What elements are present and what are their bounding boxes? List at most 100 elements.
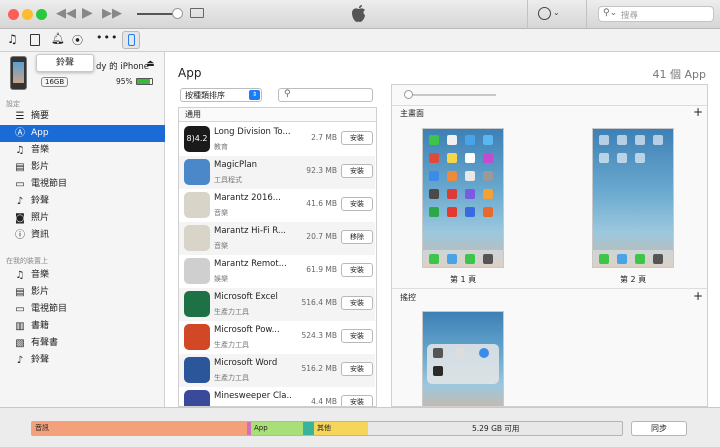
home-page-1[interactable]	[422, 128, 504, 268]
airplay-icon[interactable]	[190, 8, 204, 18]
install-button[interactable]: 安裝	[341, 395, 373, 406]
music-note-icon: ♫	[15, 145, 25, 156]
sidebar-item-info[interactable]: ⓘ 資訊	[0, 227, 165, 244]
app-icon	[184, 225, 210, 251]
app-row[interactable]: Microsoft Excel 生產力工具 516.4 MB 安裝	[179, 288, 375, 321]
sort-select[interactable]: 按種類排序 ⇕	[180, 88, 262, 102]
add-icon[interactable]: +	[693, 105, 703, 119]
bell-icon: ♪	[16, 355, 24, 366]
app-row[interactable]: Marantz Hi-Fi R... 音樂 20.7 MB 移除	[179, 222, 375, 255]
app-row[interactable]: Microsoft Word 生產力工具 516.2 MB 安裝	[179, 354, 375, 387]
device-thumbnail	[10, 56, 27, 90]
install-button[interactable]: 安裝	[341, 362, 373, 376]
app-size: 524.3 MB	[301, 331, 337, 340]
app-name: Long Division To...	[214, 127, 291, 137]
install-button[interactable]: 安裝	[341, 131, 373, 145]
app-row[interactable]: Microsoft Pow... 生產力工具 524.3 MB 安裝	[179, 321, 375, 354]
battery-icon	[136, 78, 153, 85]
zoom-slider[interactable]	[406, 94, 496, 96]
remove-button[interactable]: 移除	[341, 230, 373, 244]
info-icon: ⓘ	[15, 230, 25, 241]
sidebar-item-tones[interactable]: ♪ 鈴聲	[0, 193, 165, 210]
bell-icon[interactable]: 🔔︎	[51, 32, 65, 45]
app-icon	[184, 390, 210, 406]
sync-button[interactable]: 同步	[631, 421, 687, 436]
tv-icon: ▭	[15, 304, 25, 315]
app-search-input[interactable]: ⚲	[278, 88, 373, 102]
more-icon[interactable]: •••	[96, 31, 118, 44]
search-field[interactable]: ⚲⌄ 搜尋	[598, 6, 714, 22]
chevron-up-down-icon: ⇕	[249, 90, 260, 100]
sidebar-item-device-audiobooks[interactable]: ▧ 有聲書	[0, 335, 165, 352]
app-row[interactable]: MagicPlan 工具程式 92.3 MB 安裝	[179, 156, 375, 189]
sidebar-item-device-tones[interactable]: ♪ 鈴聲	[0, 352, 165, 369]
storage-segment-app: App	[251, 422, 303, 435]
app-category: 教育	[214, 143, 228, 151]
chevron-down-icon[interactable]: ⌄	[553, 8, 560, 17]
iphone-icon	[128, 34, 135, 46]
sidebar-item-label: 摘要	[31, 111, 50, 121]
device-name[interactable]: dy 的 iPhone	[96, 60, 149, 72]
sidebar-item-device-music[interactable]: ♫ 音樂	[0, 267, 165, 284]
app-name: MagicPlan	[214, 160, 258, 170]
install-button[interactable]: 安裝	[341, 164, 373, 178]
install-button[interactable]: 安裝	[341, 197, 373, 211]
divider	[586, 0, 587, 29]
volume-knob[interactable]	[172, 8, 183, 19]
app-size: 61.9 MB	[306, 265, 337, 274]
app-size: 41.6 MB	[306, 199, 337, 208]
play-icon[interactable]: ▶	[82, 5, 93, 21]
app-row[interactable]: Marantz Remot... 娛樂 61.9 MB 安裝	[179, 255, 375, 288]
sidebar-item-device-tv-shows[interactable]: ▭ 電視節目	[0, 301, 165, 318]
sidebar-item-app[interactable]: Ⓐ App	[0, 125, 165, 142]
sidebar-item-label: 鈴聲	[31, 196, 50, 206]
app-size: 516.2 MB	[301, 364, 337, 373]
app-row[interactable]: Minesweeper Cla... 4.4 MB 安裝	[179, 387, 375, 406]
sidebar-item-label: App	[31, 128, 49, 138]
sidebar-item-device-movies[interactable]: ▤ 影片	[0, 284, 165, 301]
app-row[interactable]: 8)4.2 Long Division To... 教育 2.7 MB 安裝	[179, 123, 375, 156]
account-icon[interactable]	[538, 7, 551, 20]
install-button[interactable]: 安裝	[341, 263, 373, 277]
install-button[interactable]: 安裝	[341, 296, 373, 310]
antenna-icon[interactable]: ⦿	[72, 32, 83, 48]
storage-bar: 音訊 App 其他 5.29 GB 可用	[31, 421, 623, 436]
app-category: 娛樂	[214, 275, 228, 283]
free-space-label: 5.29 GB 可用	[472, 424, 520, 433]
eject-icon[interactable]: ⏏	[146, 59, 155, 69]
app-icon	[184, 291, 210, 317]
close-window-button[interactable]	[8, 9, 19, 20]
sidebar-item-device-books[interactable]: ▥ 書籍	[0, 318, 165, 335]
film-icon[interactable]	[30, 34, 40, 46]
rewind-icon[interactable]: ◀◀	[56, 6, 76, 21]
dock-page[interactable]	[422, 311, 504, 406]
storage-segment	[303, 422, 314, 435]
divider	[527, 0, 528, 29]
app-category: 生產力工具	[214, 374, 249, 382]
zoom-knob[interactable]	[404, 90, 413, 99]
home-page-2[interactable]	[592, 128, 674, 268]
audiobook-icon: ▧	[15, 338, 25, 349]
app-row[interactable]: Marantz 2016... 音樂 41.6 MB 安裝	[179, 189, 375, 222]
sidebar-item-label: 電視節目	[31, 304, 68, 314]
zoom-window-button[interactable]	[36, 9, 47, 20]
title-bar: ◀◀ ▶ ▶▶ ⌄ ⚲⌄ 搜尋	[0, 0, 720, 29]
device-button[interactable]	[122, 31, 140, 49]
fast-forward-icon[interactable]: ▶▶	[102, 6, 122, 21]
music-note-icon[interactable]: ♫	[7, 32, 18, 46]
minimize-window-button[interactable]	[22, 9, 33, 20]
add-icon[interactable]: +	[693, 289, 703, 303]
sidebar-item-movies[interactable]: ▤ 影片	[0, 159, 165, 176]
sidebar-item-photos[interactable]: ◙ 照片	[0, 210, 165, 227]
app-name: Microsoft Excel	[214, 292, 278, 302]
app-size: 20.7 MB	[306, 232, 337, 241]
film-icon: ▤	[15, 162, 25, 173]
install-button[interactable]: 安裝	[341, 329, 373, 343]
app-name: Marantz 2016...	[214, 193, 281, 203]
sidebar-item-tv-shows[interactable]: ▭ 電視節目	[0, 176, 165, 193]
sidebar-item-label: 鈴聲	[31, 355, 50, 365]
sidebar-item-summary[interactable]: ☰ 摘要	[0, 108, 165, 125]
sidebar-item-label: 音樂	[31, 270, 50, 280]
sidebar-item-music[interactable]: ♫ 音樂	[0, 142, 165, 159]
app-name: Microsoft Pow...	[214, 325, 280, 335]
